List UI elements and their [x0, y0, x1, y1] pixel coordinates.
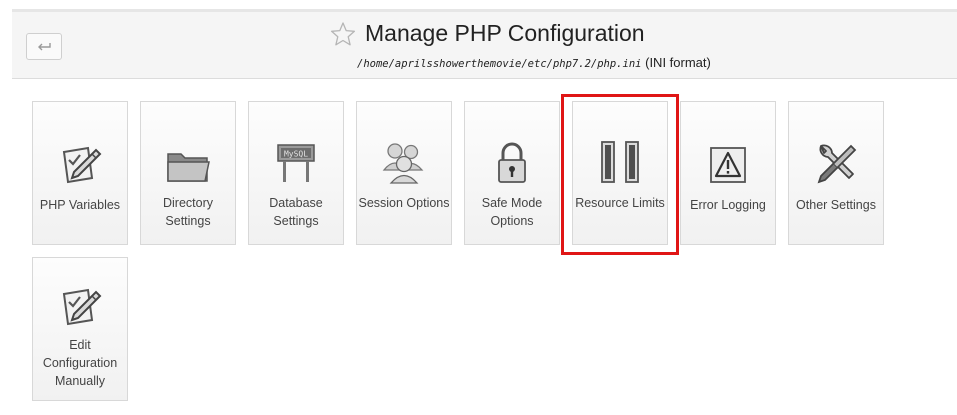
tile-label: Error Logging	[690, 198, 766, 212]
mysql-sign-icon: MySQL	[277, 144, 315, 182]
back-button[interactable]	[26, 33, 62, 60]
star-outline-icon[interactable]	[330, 21, 356, 47]
tile-label: PHP Variables	[39, 198, 121, 212]
top-strip	[0, 0, 957, 9]
padlock-icon	[498, 142, 526, 183]
page-header: Manage PHP Configuration /home/aprilssho…	[12, 9, 957, 79]
edit-clipboard-icon	[62, 146, 102, 184]
ini-format: (INI format)	[645, 55, 711, 70]
tile-label: Session Options	[358, 196, 450, 210]
tile-safe-mode-options[interactable]: Safe Mode Options	[464, 101, 560, 245]
title-row: Manage PHP Configuration	[330, 20, 645, 47]
tile-error-logging[interactable]: Error Logging	[680, 101, 776, 245]
config-file-path: /home/aprilsshowerthemovie/etc/php7.2/ph…	[357, 55, 711, 70]
tile-php-variables[interactable]: PHP Variables	[32, 101, 128, 245]
tile-session-options[interactable]: Session Options	[356, 101, 452, 245]
tile-directory-settings[interactable]: Directory Settings	[140, 101, 236, 245]
tile-label: Edit Configuration Manually	[42, 338, 118, 388]
back-arrow-icon	[38, 42, 51, 50]
ini-path: /home/aprilsshowerthemovie/etc/php7.2/ph…	[357, 58, 642, 70]
tile-label: Database Settings	[269, 196, 323, 228]
tile-label: Resource Limits	[575, 196, 665, 210]
page-title: Manage PHP Configuration	[365, 20, 645, 46]
pause-bars-icon	[601, 141, 639, 183]
tile-edit-configuration-manually[interactable]: Edit Configuration Manually	[32, 257, 128, 401]
warning-icon	[710, 147, 746, 183]
folder-icon	[167, 153, 210, 182]
tile-other-settings[interactable]: Other Settings	[788, 101, 884, 245]
users-icon	[382, 143, 424, 184]
tile-resource-limits[interactable]: Resource Limits	[572, 101, 668, 245]
svg-text:MySQL: MySQL	[284, 150, 308, 159]
tile-label: Other Settings	[796, 198, 876, 212]
tools-icon	[817, 144, 857, 184]
tile-label: Safe Mode Options	[481, 196, 543, 228]
tile-label: Directory Settings	[162, 196, 213, 228]
edit-clipboard-icon	[62, 288, 102, 326]
tile-database-settings[interactable]: MySQL Database Settings	[248, 101, 344, 245]
